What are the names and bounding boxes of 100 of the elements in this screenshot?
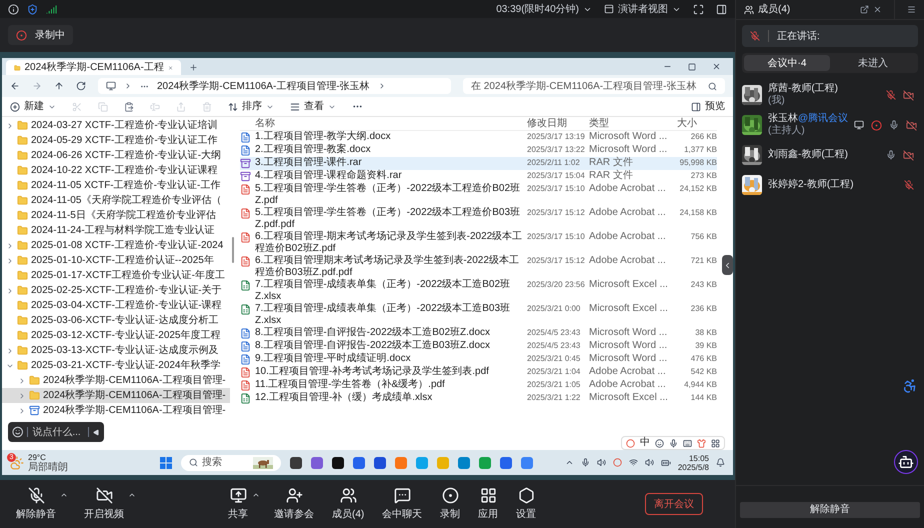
tree-item[interactable]: 2025-01-17-XCTF工程造价专业认证-年度工 — [2, 268, 230, 283]
chat-input[interactable]: 说点什么... — [32, 424, 84, 440]
column-header[interactable]: 修改日期 — [527, 116, 589, 131]
column-header[interactable]: 名称 — [240, 116, 527, 131]
chat-bar[interactable]: 说点什么... — [8, 422, 104, 442]
tree-item[interactable]: 2024-10-22 XCTF-工程造价-专业认证课程 — [2, 163, 230, 178]
wifi-icon[interactable] — [628, 458, 638, 467]
taskbar-search-box[interactable]: 搜索 — [181, 454, 281, 470]
chevron-icon[interactable] — [6, 256, 14, 264]
file-row[interactable]: 11.工程项目管理-学生答卷（补&缓考）.pdf 2025/3/21 1:05 Adobe Acrobat ... 4,944 KB — [240, 379, 717, 392]
chevron-icon[interactable] — [18, 392, 26, 400]
member-row[interactable]: 张婷婷2-教师(工程) — [742, 173, 918, 197]
close-icon[interactable] — [873, 5, 882, 14]
chevron-icon[interactable] — [18, 376, 26, 384]
toolbar-button[interactable]: 邀请参会 — [270, 486, 318, 522]
file-row[interactable]: 3.工程项目管理-课件.rar 2025/2/11 1:02 RAR 文件 95,998 KB — [240, 157, 717, 170]
file-row[interactable]: 4.工程项目管理-课程命题资料.rar 2025/3/17 15:04 RAR 文件 273 KB — [240, 170, 717, 183]
file-row[interactable]: 1.工程项目管理-教学大纲.docx 2025/3/17 13:19 Microsoft Word ... 266 KB — [240, 131, 717, 144]
back-arrow-icon[interactable] — [10, 81, 20, 91]
file-row[interactable]: 6.工程项目管理期末考试考场记录及学生签到表-2022级本工程造价B03班Z.pdf.pdf 2025/3/17 15:12 Adobe Acrobat ... 721 KB — [240, 255, 717, 279]
member-row[interactable]: 张玉林@腾讯会议 (主持人) — [742, 113, 918, 137]
file-row[interactable]: 7.工程项目管理-成绩表单集（正考）-2022级本工造B02班Z.xlsx 2025/3/20 23:56 Microsoft Excel ... 243 KB — [240, 279, 717, 303]
battery-icon[interactable] — [660, 458, 671, 468]
toolbar-button[interactable]: 解除静音 — [12, 486, 60, 522]
microphone-icon[interactable] — [669, 438, 678, 448]
toolbar-button[interactable]: 录制 — [436, 486, 464, 522]
file-row[interactable]: 9.工程项目管理-平时成绩证明.docx 2025/3/21 0:45 Microsoft Word ... 476 KB — [240, 353, 717, 366]
microphone-icon[interactable] — [580, 458, 590, 467]
new-button[interactable]: 新建 — [10, 99, 56, 114]
sidebar-toggle-icon[interactable] — [716, 4, 727, 14]
grid-icon[interactable] — [711, 438, 720, 448]
toolbar-button[interactable]: 共享 — [224, 486, 252, 522]
toolbar-button[interactable]: 应用 — [474, 486, 502, 522]
tree-item[interactable]: 2024-11-05《天府学院工程造价专业评估（ — [2, 193, 230, 208]
chevron-icon[interactable] — [6, 242, 14, 250]
speaker-icon[interactable] — [596, 458, 606, 467]
toolbar-button[interactable]: 成员(4) — [328, 486, 368, 522]
refresh-icon[interactable] — [76, 81, 86, 91]
app-icon[interactable] — [290, 456, 302, 468]
view-mode-dropdown[interactable]: 演讲者视图 — [604, 2, 681, 16]
collapse-handle[interactable] — [722, 255, 733, 275]
toolbar-button[interactable]: 开启视频 — [80, 486, 128, 522]
file-row[interactable]: 8.工程项目管理-自评报告-2022级本工造B03班Z.docx 2025/4/5 23:43 Microsoft Word ... 39 KB — [240, 340, 717, 353]
tree-item[interactable]: 2024秋季学期-CEM1106A-工程项目管理- — [2, 373, 230, 388]
breadcrumb[interactable]: 2024秋季学期-CEM1106A-工程项目管理-张玉林 — [157, 78, 370, 94]
volume-icon[interactable] — [644, 458, 654, 467]
assistant-icon[interactable] — [894, 450, 918, 474]
shield-icon[interactable] — [27, 4, 38, 14]
view-button[interactable]: 查看 — [290, 99, 336, 114]
tab[interactable]: 未进入 — [830, 55, 916, 71]
keyboard-icon[interactable] — [683, 438, 692, 448]
file-row[interactable]: 7.工程项目管理-成绩表单集（正考）-2022级本工造B03班Z.xlsx 2025/3/21 0:00 Microsoft Excel ... 236 KB — [240, 303, 717, 327]
tree-item[interactable]: 2024秋季学期-CEM1106A-工程项目管理- — [2, 388, 230, 403]
tree-item[interactable]: 2025-01-08 XCTF-工程造价-专业认证-2024 — [2, 238, 230, 253]
tree-item[interactable]: 2025-03-13-XCTF-专业认证-达成度示例及 — [2, 343, 230, 358]
tree-item[interactable]: 2025-01-10-XCTF-工程造价认证--2025年 — [2, 253, 230, 268]
input-mode-label[interactable]: 中 — [640, 437, 650, 449]
tree-item[interactable]: 2025-03-04-XCTF-工程造价-专业认证-课程 — [2, 298, 230, 313]
start-icon[interactable] — [160, 456, 172, 468]
file-row[interactable]: 6.工程项目管理-期末考试考场记录及学生签到表-2022级本工程造价B02班Z.pdf 2025/3/17 15:10 Adobe Acrobat ... 756 KB — [240, 231, 717, 255]
file-row[interactable]: 8.工程项目管理-自评报告-2022级本工造B02班Z.docx 2025/4/5 23:43 Microsoft Word ... 38 KB — [240, 327, 717, 340]
tree-item[interactable]: 2025-02-25-XCTF-工程造价-专业认证-关于 — [2, 283, 230, 298]
tree-item[interactable]: 2024-11-5日《天府学院工程造价专业评估 — [2, 208, 230, 223]
menu-icon[interactable] — [907, 5, 916, 14]
window-tab[interactable]: 2024秋季学期-CEM1106A-工程 — [6, 60, 181, 75]
notification-icon[interactable] — [716, 458, 725, 467]
maximize-icon[interactable] — [688, 62, 696, 70]
search-input[interactable]: 搜索 — [202, 455, 249, 470]
tree-item[interactable]: 2024秋季学期-CEM1106A-工程项目管理- — [2, 403, 230, 418]
emoji-icon[interactable] — [655, 438, 664, 448]
chevron-icon[interactable] — [564, 458, 574, 467]
unmute-button[interactable]: 解除静音 — [740, 502, 920, 518]
search-box[interactable]: 在 2024秋季学期-CEM1106A-工程项目管理-张玉林 — [463, 78, 725, 94]
paste-icon[interactable] — [124, 102, 134, 112]
tree-item[interactable]: 2025-03-06-XCTF-专业认证-达成度分析工 — [2, 313, 230, 328]
tree-item[interactable]: 2024-11-24-工程与材料学院工造专业认证 — [2, 223, 230, 238]
member-row[interactable]: 刘雨鑫-教师(工程) — [742, 143, 918, 167]
skin-icon[interactable] — [697, 438, 706, 448]
tree-item[interactable]: 2024-11-05 XCTF-工程造价-专业认证-工作 — [2, 178, 230, 193]
toolbar-button[interactable]: 设置 — [512, 486, 540, 522]
file-row[interactable]: 2.工程项目管理-教案.docx 2025/3/17 13:22 Microsoft Word ... 1,377 KB — [240, 144, 717, 157]
close-icon[interactable] — [712, 62, 721, 71]
scrollbar[interactable] — [232, 237, 234, 263]
app-icon[interactable] — [332, 456, 344, 468]
tree-item[interactable]: 2024-03-27 XCTF-工程造价-专业认证培训 — [2, 118, 230, 133]
file-row[interactable]: 5.工程项目管理-学生答卷（正考）-2022级本工程造价B02班Z.pdf 2025/3/17 15:10 Adobe Acrobat ... 24,152 KB — [240, 183, 717, 207]
chevron-icon[interactable] — [6, 286, 14, 294]
address-bar[interactable]: 2024秋季学期-CEM1106A-工程项目管理-张玉林 — [98, 78, 451, 94]
tab[interactable]: 会议中·4 — [744, 55, 830, 71]
new-tab-icon[interactable] — [189, 63, 198, 72]
timer-dropdown[interactable]: 03:39(限时40分钟) — [496, 2, 592, 16]
popout-icon[interactable] — [860, 5, 869, 14]
column-header[interactable]: 类型 — [589, 116, 677, 131]
tree-item[interactable]: 2024-06-26 XCTF-工程造价-专业认证-大纲 — [2, 148, 230, 163]
search-input[interactable]: 在 2024秋季学期-CEM1106A-工程项目管理-张玉林 — [471, 78, 708, 94]
file-row[interactable]: 5.工程项目管理-学生答卷（正考）-2022级本工程造价B03班Z.pdf.pdf 2025/3/17 15:12 Adobe Acrobat ... 24,158 KB — [240, 207, 717, 231]
up-arrow-icon[interactable] — [54, 81, 64, 91]
toolbar-button[interactable]: 会中聊天 — [378, 486, 426, 522]
file-row[interactable]: 10.工程项目管理-补考考试考场记录及学生签到表.pdf 2025/3/21 1:04 Adobe Acrobat ... 542 KB — [240, 366, 717, 379]
tree-item[interactable]: 2024-05-29 XCTF-工程造价-专业认证工作 — [2, 133, 230, 148]
